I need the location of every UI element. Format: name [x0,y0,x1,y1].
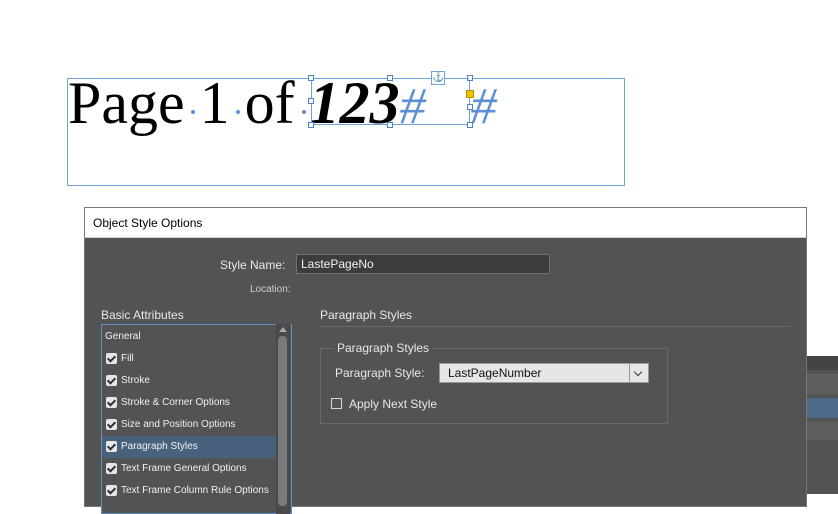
scroll-up-arrow-icon[interactable] [279,327,287,332]
group-title: Paragraph Styles [334,341,433,355]
dialog-title: Object Style Options [93,216,203,230]
list-item-paragraph-styles[interactable]: Paragraph Styles [102,436,277,458]
list-item-label: General [105,331,141,342]
background-panel-header [806,356,838,370]
word-current-page: 1 [199,70,230,136]
checkbox-checked-icon[interactable] [106,353,117,364]
frame-handle-middle-right[interactable] [467,104,473,110]
frame-handle-middle-left[interactable] [308,98,314,104]
checkbox-checked-icon[interactable] [106,375,117,386]
checkbox-checked-icon[interactable] [106,419,117,430]
location-label: Location: [250,284,291,295]
frame-handle-top-left[interactable] [308,75,314,81]
list-item-label: Fill [121,353,134,364]
list-item-stroke-corner-options[interactable]: Stroke & Corner Options [102,392,277,414]
checkbox-checked-icon[interactable] [106,397,117,408]
word-page: Page [68,70,185,136]
scroll-thumb[interactable] [278,336,287,506]
list-item-size-position-options[interactable]: Size and Position Options [102,414,277,436]
list-item-label: Text Frame Column Rule Options [121,485,269,496]
background-panel-row [806,422,838,440]
anchor-icon[interactable]: ⚓ [431,71,445,85]
style-name-input[interactable]: LastePageNo [296,254,550,274]
paragraph-style-select[interactable]: LastPageNumber [439,363,649,383]
word-of: of [244,70,295,136]
hash-mark-2: # [470,78,497,135]
dialog-titlebar[interactable]: Object Style Options [85,208,806,238]
list-item-general[interactable]: General [102,326,277,348]
list-item-label: Paragraph Styles [121,441,198,452]
section-divider [320,326,790,327]
space-marker-3 [302,110,306,114]
style-name-label: Style Name: [220,258,286,272]
checkbox-checked-icon[interactable] [106,441,117,452]
checkbox-checked-icon[interactable] [106,485,117,496]
list-item-stroke[interactable]: Stroke [102,370,277,392]
anchored-frame[interactable] [311,78,470,125]
list-item-label: Size and Position Options [121,419,236,430]
list-item-label: Stroke & Corner Options [121,397,230,408]
list-item-label: Text Frame General Options [121,463,247,474]
paragraph-style-value: LastPageNumber [448,366,542,380]
frame-handle-bottom-right[interactable] [467,122,473,128]
background-panel-row [806,374,838,394]
paragraph-style-label: Paragraph Style: [335,366,425,380]
list-item-label: Stroke [121,375,150,386]
apply-next-style-label[interactable]: Apply Next Style [349,397,437,411]
list-item-fill[interactable]: Fill [102,348,277,370]
basic-attributes-list[interactable]: General Fill Stroke Stroke & Corner Opti… [101,324,292,514]
checkbox-checked-icon[interactable] [106,463,117,474]
background-panel-row-selected [806,398,838,418]
frame-handle-top-center[interactable] [387,75,393,81]
apply-next-style-checkbox[interactable] [331,398,342,409]
chevron-down-icon[interactable] [629,364,648,382]
frame-handle-bottom-left[interactable] [308,122,314,128]
anchor-line [445,78,469,79]
basic-attributes-label: Basic Attributes [101,308,184,322]
live-corner-handle[interactable] [466,90,474,98]
object-style-options-dialog: Object Style Options Style Name: LastePa… [84,207,807,514]
space-marker-1 [191,110,195,114]
section-title: Paragraph Styles [320,308,413,322]
space-marker-2 [236,110,240,114]
list-item-text-frame-general-options[interactable]: Text Frame General Options [102,458,277,480]
list-scrollbar[interactable] [276,324,290,514]
paragraph-styles-group [320,348,668,424]
background-panel [806,356,838,494]
frame-handle-bottom-center[interactable] [387,122,393,128]
list-item-text-frame-column-rule-options[interactable]: Text Frame Column Rule Options [102,480,277,502]
